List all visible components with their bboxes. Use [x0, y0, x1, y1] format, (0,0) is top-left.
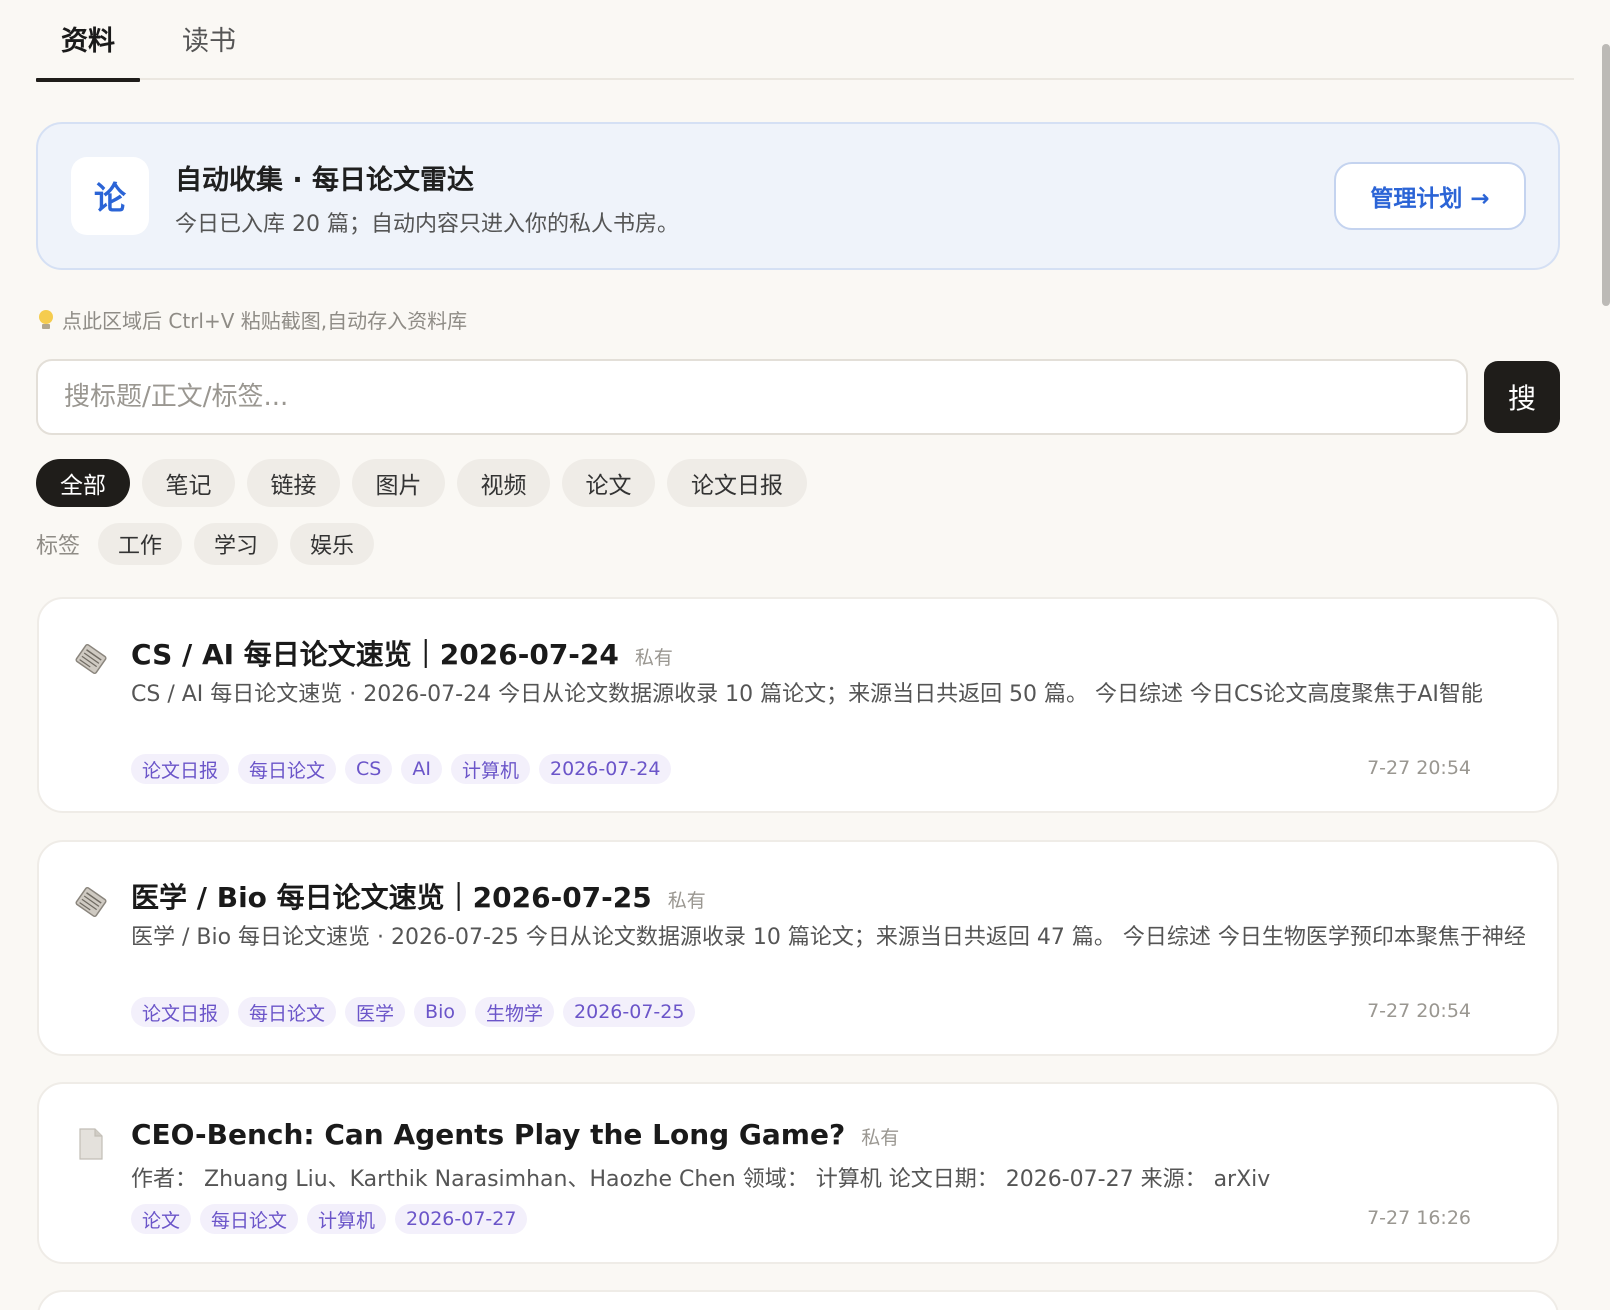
filter-images[interactable]: 图片	[352, 459, 445, 507]
paper-radar-icon: 论	[71, 157, 149, 235]
lightbulb-icon	[36, 308, 56, 332]
card-timestamp: 7-27 16:26	[1367, 1207, 1471, 1229]
tab-materials[interactable]: 资料	[36, 0, 140, 82]
item-card[interactable]: 医学 / Bio 每日论文速览｜2026-07-25 私有 医学 / Bio 每…	[37, 840, 1559, 1056]
banner-subtitle: 今日已入库 20 篇；自动内容只进入你的私人书房。	[175, 212, 679, 237]
card-tag[interactable]: 每日论文	[200, 1204, 299, 1234]
card-tag[interactable]: 每日论文	[238, 754, 337, 784]
paper-radar-banner: 论 自动收集 · 每日论文雷达 今日已入库 20 篇；自动内容只进入你的私人书房…	[36, 122, 1560, 270]
card-tag[interactable]: 2026-07-27	[395, 1204, 528, 1234]
tab-bar: 资料 读书	[36, 0, 1574, 82]
card-tag[interactable]: 医学	[345, 997, 406, 1027]
card-tag[interactable]: 2026-07-24	[538, 754, 672, 784]
filter-daily-papers[interactable]: 论文日报	[667, 459, 807, 507]
paste-hint[interactable]: 点此区域后 Ctrl+V 粘贴截图,自动存入资料库	[36, 305, 467, 334]
filter-notes[interactable]: 笔记	[142, 459, 235, 507]
card-title-row: 医学 / Bio 每日论文速览｜2026-07-25 私有	[131, 876, 706, 916]
card-tags: 论文日报 每日论文 CS AI 计算机 2026-07-24	[131, 754, 672, 784]
card-tag[interactable]: CS	[345, 754, 393, 784]
filter-links[interactable]: 链接	[247, 459, 340, 507]
card-tag[interactable]: 计算机	[307, 1204, 387, 1234]
card-description: 作者： Zhuang Liu、Karthik Narasimhan、Haozhe…	[131, 1167, 1271, 1192]
tab-reading[interactable]: 读书	[148, 0, 270, 80]
tab-reading-label: 读书	[182, 25, 236, 57]
card-tags: 论文 每日论文 计算机 2026-07-27	[131, 1204, 528, 1234]
paste-hint-text: 点此区域后 Ctrl+V 粘贴截图,自动存入资料库	[62, 309, 468, 333]
tab-materials-label: 资料	[61, 25, 115, 57]
tag-work[interactable]: 工作	[98, 523, 183, 565]
card-title[interactable]: CEO-Bench: Can Agents Play the Long Game…	[131, 1118, 845, 1151]
card-title-row: CEO-Bench: Can Agents Play the Long Game…	[131, 1118, 899, 1151]
card-description: CS / AI 每日论文速览 · 2026-07-24 今日从论文数据源收录 1…	[131, 682, 1483, 707]
filter-papers[interactable]: 论文	[562, 459, 655, 507]
item-card[interactable]	[37, 1290, 1559, 1310]
card-tag[interactable]: 论文	[131, 1204, 192, 1234]
card-tag[interactable]: 论文日报	[131, 997, 230, 1027]
scrollbar[interactable]	[1602, 44, 1610, 306]
card-timestamp: 7-27 20:54	[1367, 1000, 1471, 1022]
privacy-badge: 私有	[634, 647, 673, 669]
card-tag[interactable]: 每日论文	[238, 997, 337, 1027]
filter-videos[interactable]: 视频	[457, 459, 550, 507]
tag-study[interactable]: 学习	[194, 523, 279, 565]
privacy-badge: 私有	[667, 890, 706, 912]
banner-title: 自动收集 · 每日论文雷达	[175, 165, 475, 196]
card-description: 医学 / Bio 每日论文速览 · 2026-07-25 今日从论文数据源收录 …	[131, 925, 1526, 950]
card-tag[interactable]: Bio	[414, 997, 466, 1027]
tag-entertainment[interactable]: 娱乐	[290, 523, 375, 565]
newspaper-icon	[75, 886, 107, 918]
manage-plan-button[interactable]: 管理计划 →	[1334, 162, 1526, 230]
card-title[interactable]: CS / AI 每日论文速览｜2026-07-24	[131, 633, 619, 673]
card-timestamp: 7-27 20:54	[1367, 757, 1471, 779]
tag-filter-bar: 标签 工作 学习 娱乐	[36, 523, 375, 565]
card-tag[interactable]: 2026-07-25	[563, 997, 696, 1027]
card-tag[interactable]: 生物学	[475, 997, 555, 1027]
card-title[interactable]: 医学 / Bio 每日论文速览｜2026-07-25	[131, 876, 652, 916]
card-tag[interactable]: AI	[401, 754, 442, 784]
search-input[interactable]	[36, 359, 1468, 435]
card-tag[interactable]: 论文日报	[131, 754, 230, 784]
type-filter-bar: 全部 笔记 链接 图片 视频 论文 论文日报	[36, 459, 807, 507]
newspaper-icon	[75, 643, 107, 675]
item-card[interactable]: CS / AI 每日论文速览｜2026-07-24 私有 CS / AI 每日论…	[37, 597, 1559, 813]
page: 资料 读书 论 自动收集 · 每日论文雷达 今日已入库 20 篇；自动内容只进入…	[0, 0, 1610, 1310]
privacy-badge: 私有	[861, 1127, 900, 1149]
card-tags: 论文日报 每日论文 医学 Bio 生物学 2026-07-25	[131, 997, 696, 1027]
card-title-row: CS / AI 每日论文速览｜2026-07-24 私有	[131, 633, 673, 673]
filter-all[interactable]: 全部	[36, 459, 130, 507]
search-button[interactable]: 搜	[1484, 361, 1560, 433]
document-icon	[79, 1128, 103, 1160]
tags-label: 标签	[36, 534, 81, 559]
card-tag[interactable]: 计算机	[450, 754, 530, 784]
item-card[interactable]: CEO-Bench: Can Agents Play the Long Game…	[37, 1082, 1559, 1264]
